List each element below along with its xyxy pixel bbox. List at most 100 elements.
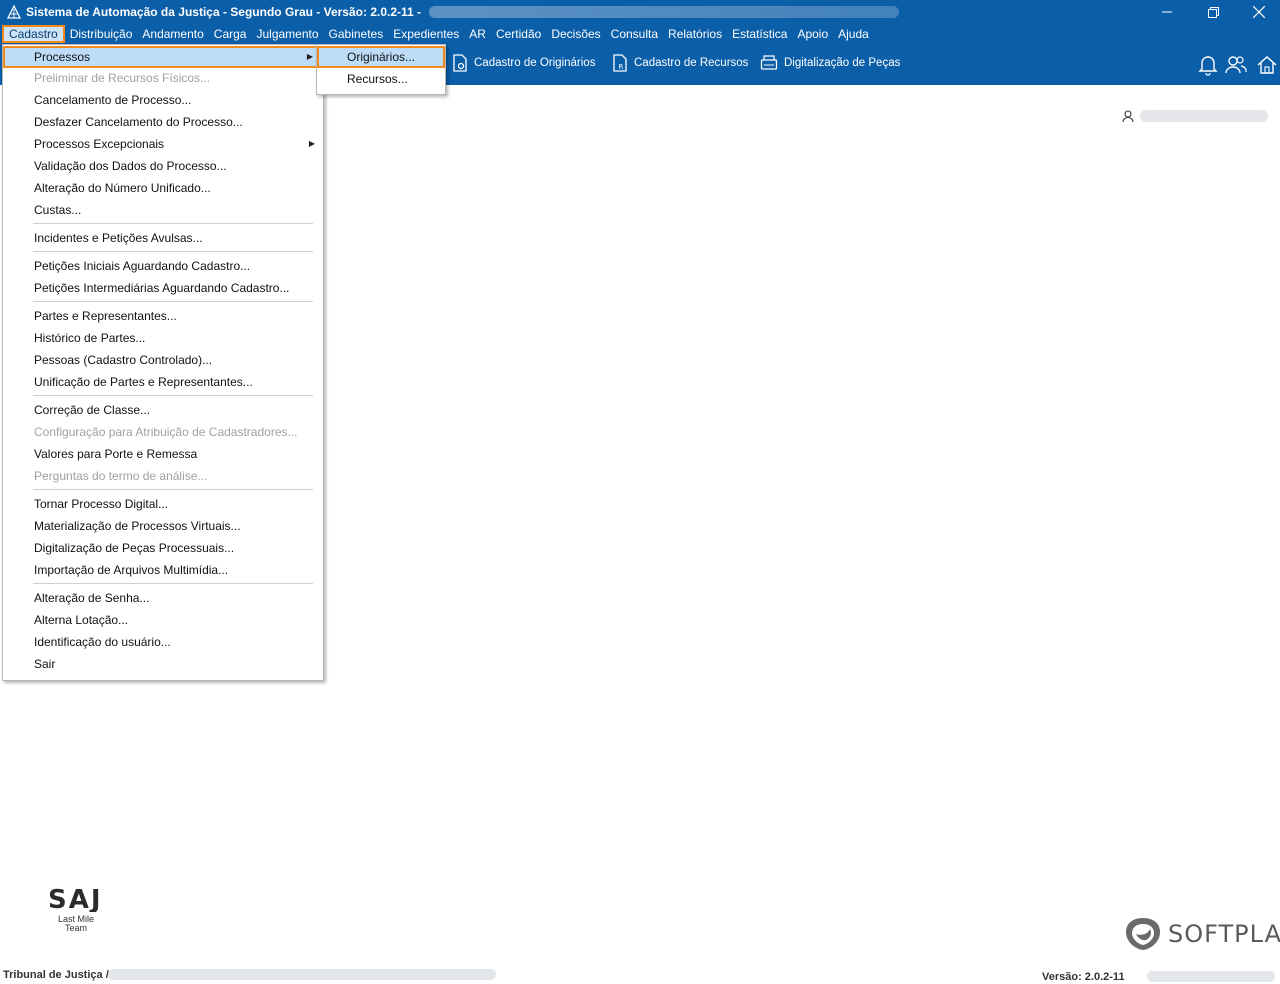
scanner-icon [760, 55, 778, 70]
saj-logo: SAJ Last Mile Team [46, 884, 106, 933]
minimize-button[interactable] [1144, 0, 1190, 24]
menu-item-materializacao[interactable]: Materialização de Processos Virtuais... [3, 515, 323, 537]
menu-distribuicao[interactable]: Distribuição [65, 25, 138, 43]
menu-separator [33, 395, 313, 396]
menu-item-valores-porte[interactable]: Valores para Porte e Remessa [3, 443, 323, 465]
submenu-arrow-icon: ▶ [306, 52, 313, 61]
menu-julgamento[interactable]: Julgamento [251, 25, 323, 43]
menu-item-processos[interactable]: Processos ▶ [3, 46, 323, 68]
menu-item-peticoes-intermediarias[interactable]: Petições Intermediárias Aguardando Cadas… [3, 277, 323, 299]
svg-text:R: R [619, 63, 624, 71]
submenu-item-originarios[interactable]: Originários... [317, 46, 445, 68]
cadastro-originarios-label: Cadastro de Originários [474, 57, 596, 69]
redacted-status [1147, 971, 1275, 982]
user-icon [1122, 110, 1134, 122]
menu-item-label: Custas... [34, 203, 82, 217]
menu-item-label: Desfazer Cancelamento do Processo... [34, 115, 243, 129]
document-r-icon: R [613, 54, 627, 72]
submenu-item-recursos[interactable]: Recursos... [317, 68, 445, 90]
menu-item-cancelamento-processo[interactable]: Cancelamento de Processo... [3, 89, 323, 111]
menu-item-tornar-digital[interactable]: Tornar Processo Digital... [3, 493, 323, 515]
menu-item-label: Alteração de Senha... [34, 591, 150, 605]
menu-apoio[interactable]: Apoio [792, 25, 833, 43]
menu-item-partes-representantes[interactable]: Partes e Representantes... [3, 305, 323, 327]
menu-item-label: Digitalização de Peças Processuais... [34, 541, 235, 555]
menu-item-validacao-dados[interactable]: Validação dos Dados do Processo... [3, 155, 323, 177]
menu-cadastro[interactable]: Cadastro [2, 25, 65, 43]
notifications-button[interactable] [1195, 52, 1221, 78]
cadastro-recursos-button[interactable]: R Cadastro de Recursos [612, 52, 748, 74]
users-button[interactable] [1223, 52, 1249, 78]
menu-item-label: Cancelamento de Processo... [34, 93, 192, 107]
menu-item-label: Processos [34, 50, 91, 64]
submenu-arrow-icon: ▶ [308, 139, 315, 148]
app-icon [6, 4, 22, 20]
menu-gabinetes[interactable]: Gabinetes [324, 25, 389, 43]
menu-ajuda[interactable]: Ajuda [833, 25, 874, 43]
menu-item-importacao-multimidia[interactable]: Importação de Arquivos Multimídia... [3, 559, 323, 581]
menu-item-alterna-lotacao[interactable]: Alterna Lotação... [3, 609, 323, 631]
menu-certidao[interactable]: Certidão [491, 25, 546, 43]
menu-item-peticoes-iniciais[interactable]: Petições Iniciais Aguardando Cadastro... [3, 255, 323, 277]
cadastro-originarios-button[interactable]: Cadastro de Originários [452, 52, 595, 74]
status-bar: Tribunal de Justiça / Versão: 2.0.2-11 [0, 966, 1280, 984]
menu-item-identificacao-usuario[interactable]: Identificação do usuário... [3, 631, 323, 653]
menu-item-alteracao-senha[interactable]: Alteração de Senha... [3, 587, 323, 609]
menu-item-label: Partes e Representantes... [34, 309, 177, 323]
menu-item-label: Pessoas (Cadastro Controlado)... [34, 353, 213, 367]
menu-item-label: Histórico de Partes... [34, 331, 146, 345]
menu-item-processos-excepcionais[interactable]: Processos Excepcionais ▶ [3, 133, 323, 155]
menu-estatistica[interactable]: Estatística [727, 25, 792, 43]
menu-item-correcao-classe[interactable]: Correção de Classe... [3, 399, 323, 421]
menu-item-label: Unificação de Partes e Representantes... [34, 375, 253, 389]
menu-separator [33, 223, 313, 224]
close-button[interactable] [1236, 0, 1280, 24]
menu-item-label: Valores para Porte e Remessa [34, 447, 198, 461]
menu-item-custas[interactable]: Custas... [3, 199, 323, 221]
menu-item-incidentes-peticoes[interactable]: Incidentes e Petições Avulsas... [3, 227, 323, 249]
restore-icon [1207, 6, 1219, 18]
menu-ar[interactable]: AR [464, 25, 491, 43]
redacted-text [429, 6, 900, 18]
menu-item-label: Incidentes e Petições Avulsas... [34, 231, 203, 245]
redacted-user-name [1140, 110, 1268, 122]
menu-item-pessoas[interactable]: Pessoas (Cadastro Controlado)... [3, 349, 323, 371]
status-version: Versão: 2.0.2-11 [1042, 971, 1125, 983]
menu-expedientes[interactable]: Expedientes [388, 25, 464, 43]
close-icon [1253, 6, 1265, 18]
status-tribunal: Tribunal de Justiça / [3, 969, 109, 981]
saj-subtitle-2: Team [64, 923, 87, 933]
cadastro-recursos-label: Cadastro de Recursos [634, 57, 749, 69]
menu-item-label: Identificação do usuário... [34, 635, 171, 649]
cadastro-dropdown-menu: Processos ▶ Preliminar de Recursos Físico… [2, 44, 324, 681]
menu-item-label: Alterna Lotação... [34, 613, 129, 627]
digitalizacao-pecas-button[interactable]: Digitalização de Peças [760, 52, 900, 74]
menu-item-label: Correção de Classe... [34, 403, 151, 417]
menu-separator [33, 583, 313, 584]
window-title: Sistema de Automação da Justiça - Segund… [26, 5, 422, 19]
menu-separator [33, 301, 313, 302]
home-button[interactable] [1254, 52, 1280, 78]
menu-relatorios[interactable]: Relatórios [663, 25, 727, 43]
menu-item-unificacao-partes[interactable]: Unificação de Partes e Representantes... [3, 371, 323, 393]
menu-separator [33, 489, 313, 490]
menu-andamento[interactable]: Andamento [137, 25, 208, 43]
menu-item-label: Validação dos Dados do Processo... [34, 159, 227, 173]
menu-carga[interactable]: Carga [209, 25, 252, 43]
redacted-tribunal [108, 969, 496, 980]
digitalizacao-pecas-label: Digitalização de Peças [784, 57, 901, 69]
menu-item-desfazer-cancelamento[interactable]: Desfazer Cancelamento do Processo... [3, 111, 323, 133]
menu-item-digitalizacao-pecas[interactable]: Digitalização de Peças Processuais... [3, 537, 323, 559]
menu-item-historico-partes[interactable]: Histórico de Partes... [3, 327, 323, 349]
menu-item-alteracao-numero[interactable]: Alteração do Número Unificado... [3, 177, 323, 199]
menu-item-sair[interactable]: Sair [3, 653, 323, 675]
menu-item-label: Petições Intermediárias Aguardando Cadas… [34, 281, 290, 295]
menu-item-label: Sair [34, 657, 56, 671]
saj-logo-text: SAJ [48, 885, 103, 912]
menu-decisoes[interactable]: Decisões [546, 25, 605, 43]
menu-consulta[interactable]: Consulta [606, 25, 663, 43]
menu-item-label: Tornar Processo Digital... [34, 497, 169, 511]
bell-icon [1198, 56, 1218, 76]
restore-button[interactable] [1190, 0, 1236, 24]
menu-item-label: Alteração do Número Unificado... [34, 181, 211, 195]
